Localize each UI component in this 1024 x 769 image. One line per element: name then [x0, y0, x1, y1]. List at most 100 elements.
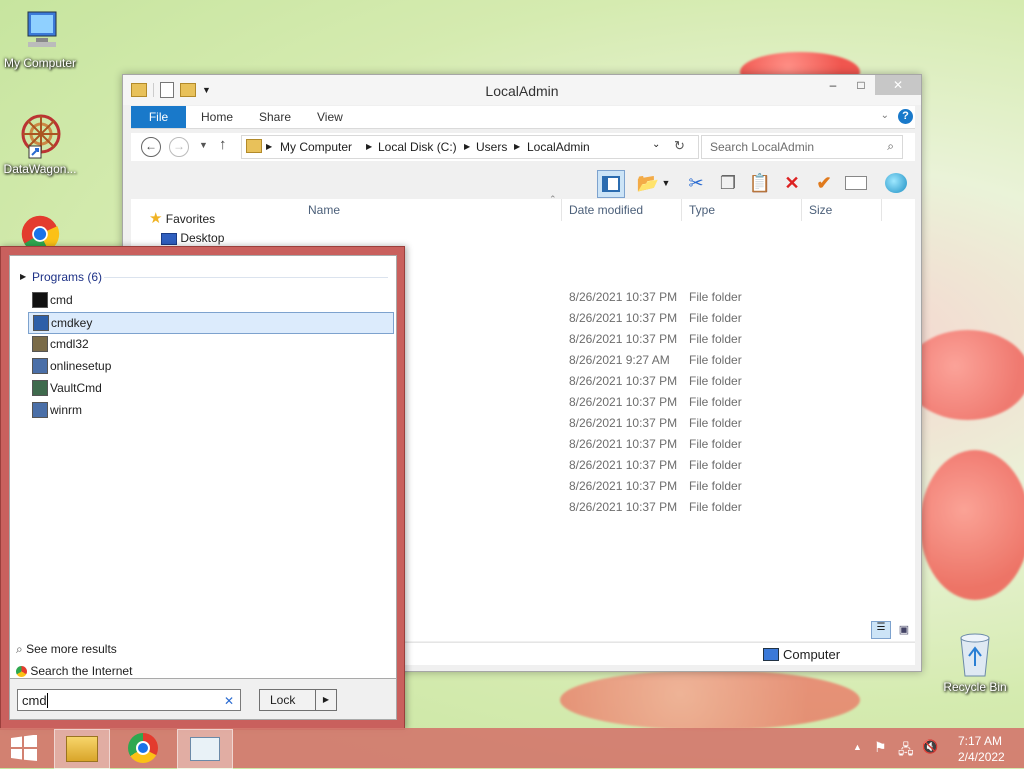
breadcrumb-my-computer[interactable]: My Computer	[280, 140, 352, 154]
rename-icon[interactable]	[843, 170, 869, 196]
chevron-down-icon[interactable]: ▼	[659, 170, 673, 196]
search-input[interactable]: Search LocalAdmin	[710, 140, 814, 154]
minimize-button[interactable]: –	[819, 75, 847, 95]
chevron-right-icon[interactable]: ▶	[266, 142, 272, 151]
maximize-button[interactable]: □	[847, 75, 875, 95]
large-icons-view-button[interactable]: ▣	[895, 623, 913, 639]
start-search-input[interactable]: cmd ✕	[17, 689, 241, 711]
nav-label: Desktop	[180, 231, 225, 245]
preview-pane-button[interactable]	[597, 170, 625, 198]
taskbar: ▲ ⚑ 🖧 🔇 7:17 AM 2/4/2022	[0, 728, 1024, 769]
file-type: File folder	[689, 479, 742, 493]
programs-header[interactable]: Programs (6)	[32, 270, 102, 284]
column-divider	[561, 199, 562, 221]
lock-options-arrow-icon[interactable]: ▶	[315, 690, 336, 710]
lock-label: Lock	[270, 693, 296, 707]
clear-search-icon[interactable]: ✕	[224, 690, 234, 712]
search-internet-link[interactable]: Search the Internet	[16, 664, 132, 678]
clock-date[interactable]: 2/4/2022	[958, 750, 1005, 764]
program-icon	[32, 402, 48, 418]
volume-muted-icon[interactable]: 🔇	[922, 739, 938, 755]
nav-item-desktop[interactable]: Desktop	[161, 231, 224, 245]
chevron-down-icon[interactable]: ⌄	[881, 110, 889, 121]
chevron-right-icon[interactable]: ▶	[366, 142, 372, 151]
link-label: Search the Internet	[30, 664, 133, 678]
breadcrumb-local-disk[interactable]: Local Disk (C:)	[378, 140, 457, 154]
column-header-size[interactable]: Size	[809, 203, 832, 217]
lock-button[interactable]: Lock ▶	[259, 689, 337, 711]
program-item-cmdkey[interactable]: cmdkey	[28, 312, 394, 334]
file-type: File folder	[689, 374, 742, 388]
file-date: 8/26/2021 10:37 PM	[569, 290, 678, 304]
delete-icon[interactable]: ✕	[779, 170, 805, 196]
file-type: File folder	[689, 416, 742, 430]
program-icon	[32, 292, 48, 308]
up-button[interactable]: ↑	[219, 136, 227, 153]
start-search-bar: cmd ✕ Lock ▶	[9, 679, 397, 720]
see-more-results-link[interactable]: ⌕ See more results	[16, 642, 117, 657]
toolbar: 📂 ▼ ✂ ❐ 📋 ✕ ✔	[131, 165, 915, 199]
file-date: 8/26/2021 10:37 PM	[569, 500, 678, 514]
cut-icon[interactable]: ✂	[683, 170, 709, 196]
close-button[interactable]: ✕	[875, 75, 921, 95]
help-icon[interactable]: ?	[898, 109, 913, 124]
forward-button[interactable]: →	[169, 137, 189, 157]
desktop-icon-label: DataWagon...	[3, 162, 77, 176]
program-item-cmdl32[interactable]: cmdl32	[28, 334, 392, 354]
column-header-date[interactable]: Date modified	[569, 203, 643, 217]
expand-arrow-icon[interactable]: ▶	[20, 272, 26, 281]
program-item-vaultcmd[interactable]: VaultCmd	[28, 378, 392, 398]
back-button[interactable]: ←	[141, 137, 161, 157]
file-date: 8/26/2021 10:37 PM	[569, 332, 678, 346]
address-bar[interactable]: ▶ My Computer ▶ Local Disk (C:) ▶ Users …	[241, 135, 699, 159]
program-icon	[33, 315, 49, 331]
folder-icon	[246, 139, 262, 153]
column-header-type[interactable]: Type	[689, 203, 715, 217]
action-center-flag-icon[interactable]: ⚑	[874, 739, 887, 756]
nav-item-favorites[interactable]: ★ Favorites	[149, 209, 215, 227]
taskbar-resource-monitor[interactable]	[177, 729, 233, 769]
recent-dropdown-icon[interactable]: ▼	[199, 140, 208, 150]
file-type: File folder	[689, 311, 742, 325]
address-row: ← → ▼ ↑ ▶ My Computer ▶ Local Disk (C:) …	[131, 133, 915, 161]
paste-icon[interactable]: 📋	[747, 170, 773, 196]
show-hidden-icons[interactable]: ▲	[853, 742, 862, 752]
system-tray: ▲ ⚑ 🖧 🔇 7:17 AM 2/4/2022	[850, 728, 1024, 768]
breadcrumb-users[interactable]: Users	[476, 140, 507, 154]
desktop-icon-datawagon[interactable]: DataWagon...	[0, 110, 80, 176]
search-box[interactable]: Search LocalAdmin ⌕	[701, 135, 903, 159]
chrome-icon	[128, 733, 158, 763]
tab-view[interactable]: View	[317, 106, 343, 128]
tab-home[interactable]: Home	[201, 106, 233, 128]
tab-file[interactable]: File	[131, 106, 186, 128]
program-item-onlinesetup[interactable]: onlinesetup	[28, 356, 392, 376]
globe-icon[interactable]	[883, 170, 909, 196]
program-icon	[32, 358, 48, 374]
program-label: cmd	[50, 293, 73, 307]
taskbar-chrome[interactable]	[116, 729, 170, 767]
copy-icon[interactable]: ❐	[715, 170, 741, 196]
chevron-right-icon[interactable]: ▶	[464, 142, 470, 151]
network-icon[interactable]: 🖧	[898, 739, 914, 763]
breadcrumb-localadmin[interactable]: LocalAdmin	[527, 140, 590, 154]
checkmark-icon[interactable]: ✔	[811, 170, 837, 196]
start-button[interactable]	[0, 729, 48, 767]
monitor-chart-icon	[190, 737, 220, 761]
details-view-button[interactable]: ☰	[871, 621, 891, 639]
taskbar-explorer[interactable]	[54, 729, 110, 769]
title-bar[interactable]: ▼ LocalAdmin – □ ✕	[123, 75, 921, 105]
divider	[104, 277, 388, 278]
windows-logo-icon	[11, 735, 37, 761]
chevron-down-icon[interactable]: ⌄	[652, 139, 660, 150]
select-folder-icon[interactable]: 📂	[635, 170, 661, 196]
column-header-name[interactable]: Name	[308, 203, 340, 217]
tab-share[interactable]: Share	[259, 106, 291, 128]
refresh-icon[interactable]: ↻	[674, 138, 685, 154]
clock-time[interactable]: 7:17 AM	[958, 734, 1002, 748]
program-item-winrm[interactable]: winrm	[28, 400, 392, 420]
desktop-icon-my-computer[interactable]: My Computer	[0, 8, 80, 70]
desktop-icon-recycle-bin[interactable]: Recycle Bin	[935, 630, 1015, 694]
computer-icon	[18, 8, 62, 54]
chevron-right-icon[interactable]: ▶	[514, 142, 520, 151]
program-item-cmd[interactable]: cmd	[28, 290, 392, 310]
